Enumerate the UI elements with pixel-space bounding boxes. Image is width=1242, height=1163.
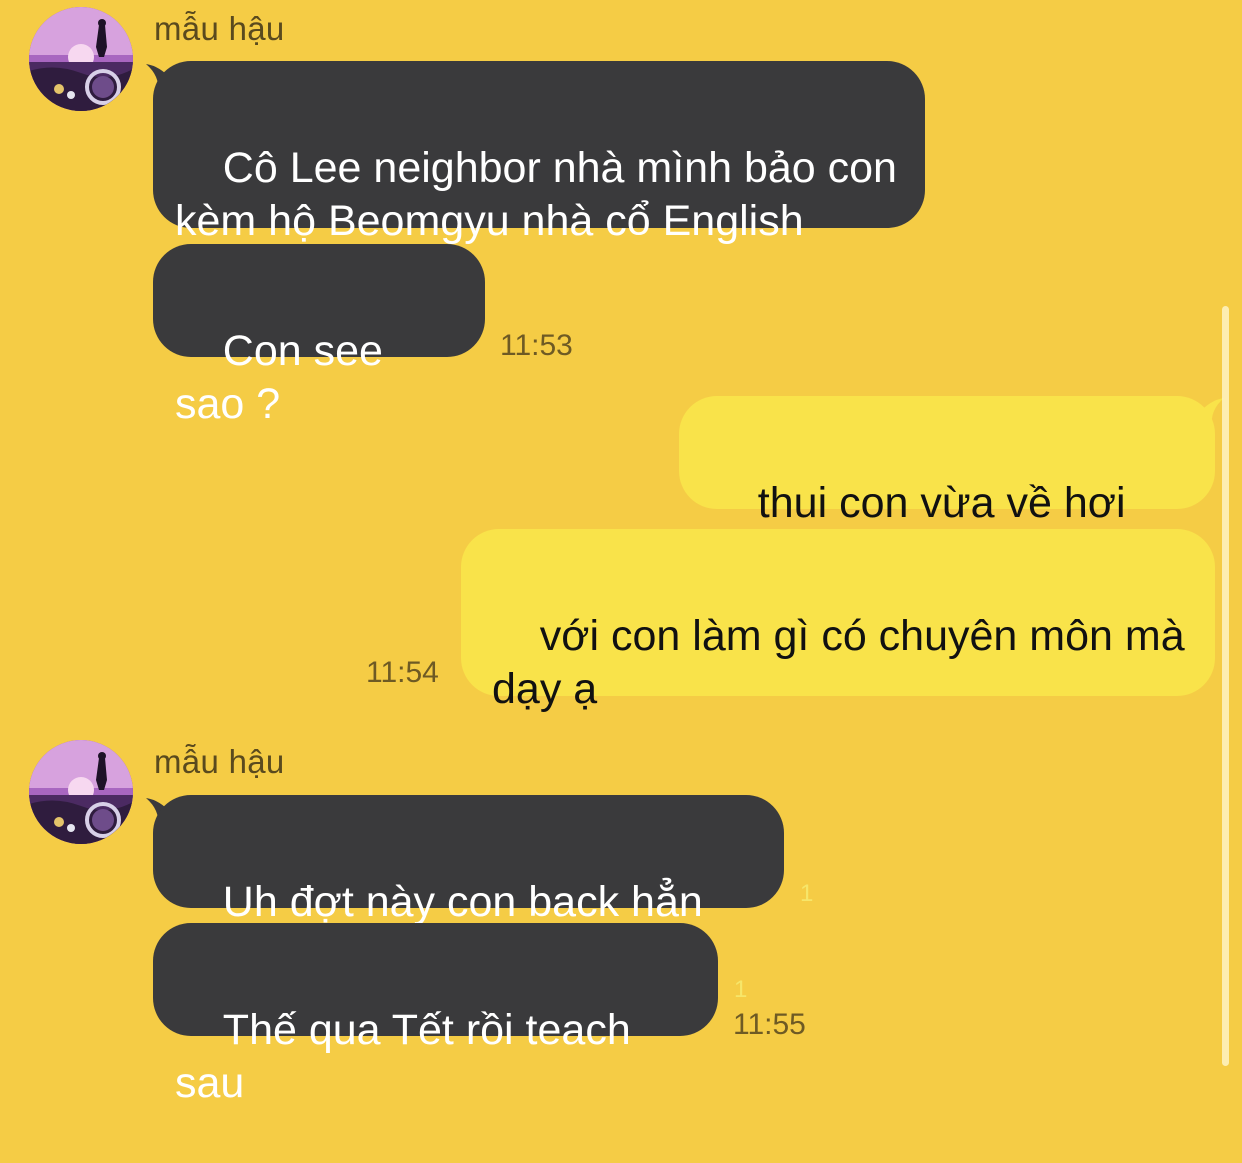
sender-name: mẫu hậu	[154, 10, 285, 47]
sender-name: mẫu hậu	[154, 743, 285, 780]
message-timestamp: 11:54	[366, 656, 439, 689]
message-text: Thế qua Tết rồi teach sau	[175, 1006, 643, 1107]
message-timestamp: 11:55	[733, 1008, 806, 1041]
message-text: Cô Lee neighbor nhà mình bảo con kèm hộ …	[175, 144, 897, 245]
message-text: với con làm gì có chuyên môn mà dạy ạ	[492, 612, 1185, 713]
sender-avatar[interactable]	[29, 7, 133, 111]
avatar-image-icon	[29, 7, 133, 111]
message-bubble-outgoing[interactable]: với con làm gì có chuyên môn mà dạy ạ	[461, 529, 1215, 713]
message-text: Con see sao ?	[175, 327, 395, 428]
message-bubble-incoming[interactable]: Thế qua Tết rồi teach sau	[153, 923, 718, 1107]
message-timestamp: 11:53	[500, 329, 573, 362]
avatar-image-icon	[29, 740, 133, 844]
unread-count: 1	[734, 976, 748, 1003]
unread-count: 1	[800, 880, 814, 907]
message-bubble-outgoing[interactable]: thui con vừa về hơi mệt	[679, 396, 1215, 580]
chat-thread[interactable]: mẫu hậu Cô Lee neighbor nhà mình bảo con…	[0, 0, 1242, 1107]
message-bubble-incoming[interactable]: Uh đợt này con back hẳn nhỉ	[153, 795, 784, 979]
message-bubble-incoming[interactable]: Cô Lee neighbor nhà mình bảo con kèm hộ …	[153, 61, 925, 245]
sender-avatar[interactable]	[29, 740, 133, 844]
message-bubble-incoming[interactable]: Con see sao ?	[153, 244, 485, 428]
scrollbar[interactable]	[1222, 306, 1229, 1066]
